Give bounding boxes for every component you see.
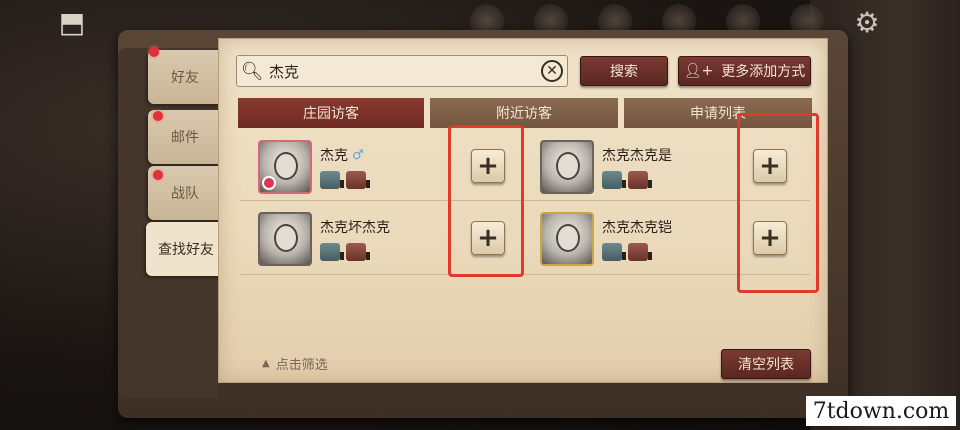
avatar[interactable] [540, 140, 594, 194]
player-card: 杰克杰克铠 [540, 208, 672, 270]
player-name: 杰克杰克铠 [602, 220, 672, 236]
gear-icon[interactable]: ⚙ [850, 6, 884, 40]
clear-list-label: 清空列表 [738, 357, 794, 373]
watermark-text: 7tdown.com [812, 398, 950, 424]
survivor-rank-icon [320, 171, 344, 189]
watermark: 7tdown.com [806, 396, 956, 426]
player-name: 杰克坏杰克 [320, 220, 390, 236]
row-divider [240, 274, 810, 275]
avatar-face [274, 152, 298, 180]
hunter-rank-icon [628, 171, 652, 189]
side-tab-label: 邮件 [171, 130, 199, 146]
avatar-face [274, 224, 298, 252]
avatar[interactable] [258, 140, 312, 194]
avatar[interactable] [258, 212, 312, 266]
player-card: 杰克杰克是 [540, 136, 672, 198]
clear-list-button[interactable]: 清空列表 [721, 349, 811, 379]
more-add-methods-label: 更多添加方式 [721, 64, 806, 80]
filter-label: 点击筛选 [275, 358, 328, 373]
tab-nearby-visitors[interactable]: 附近访客 [430, 98, 618, 128]
filter-toggle[interactable]: ▲ 点击筛选 [262, 354, 328, 373]
player-name-row: 杰克杰克铠 [602, 217, 672, 237]
hunter-rank-icon [628, 243, 652, 261]
survivor-rank-icon [602, 171, 626, 189]
rank-badges [602, 171, 672, 189]
side-tab-friends[interactable]: 好友 [148, 50, 222, 104]
more-add-methods-button[interactable]: 👤︎+ 更多添加方式 [678, 56, 811, 86]
rank-badges [320, 243, 390, 261]
player-name: 杰克 [320, 148, 348, 164]
male-icon: ♂ [352, 147, 364, 163]
search-icon: 🔍︎ [240, 60, 264, 82]
player-name-row: 杰克坏杰克 [320, 217, 390, 237]
highlight-box [737, 113, 819, 293]
clear-icon[interactable]: ✕ [541, 60, 563, 82]
rank-badges [602, 243, 672, 261]
hunter-rank-icon [346, 171, 370, 189]
search-button-label: 搜索 [610, 64, 638, 80]
survivor-rank-icon [320, 243, 344, 261]
player-info: 杰克杰克是 [602, 145, 672, 189]
search-box: 🔍︎ ✕ [236, 55, 568, 87]
tab-label: 庄园访客 [303, 106, 359, 122]
exit-icon[interactable]: ⬒ [50, 6, 94, 40]
side-tab-find-friends[interactable]: 查找好友 [146, 222, 226, 276]
add-person-icon: 👤︎+ [683, 63, 714, 79]
search-button[interactable]: 搜索 [580, 56, 668, 86]
side-tab-label: 好友 [171, 70, 199, 86]
player-card: 杰克坏杰克 [258, 208, 390, 270]
triangle-up-icon: ▲ [262, 358, 270, 369]
highlight-box [448, 125, 524, 277]
avatar-face [556, 224, 580, 252]
survivor-rank-icon [602, 243, 626, 261]
search-input[interactable] [267, 62, 541, 80]
live-indicator-icon [262, 176, 276, 190]
player-name-row: 杰克杰克是 [602, 145, 672, 165]
player-info: 杰克坏杰克 [320, 217, 390, 261]
notification-dot [153, 170, 163, 180]
player-card: 杰克 ♂ [258, 136, 370, 198]
player-name: 杰克杰克是 [602, 148, 672, 164]
rank-badges [320, 171, 370, 189]
tab-manor-visitors[interactable]: 庄园访客 [238, 98, 424, 128]
side-tab-label: 查找好友 [158, 242, 214, 258]
hunter-rank-icon [346, 243, 370, 261]
player-info: 杰克 ♂ [320, 145, 370, 189]
row-divider [240, 200, 810, 201]
player-info: 杰克杰克铠 [602, 217, 672, 261]
avatar-face [556, 152, 580, 180]
avatar[interactable] [540, 212, 594, 266]
notification-dot [153, 111, 163, 121]
player-name-row: 杰克 ♂ [320, 145, 366, 165]
tab-label: 附近访客 [496, 106, 552, 122]
side-tab-label: 战队 [171, 186, 199, 202]
notification-dot [149, 47, 159, 57]
